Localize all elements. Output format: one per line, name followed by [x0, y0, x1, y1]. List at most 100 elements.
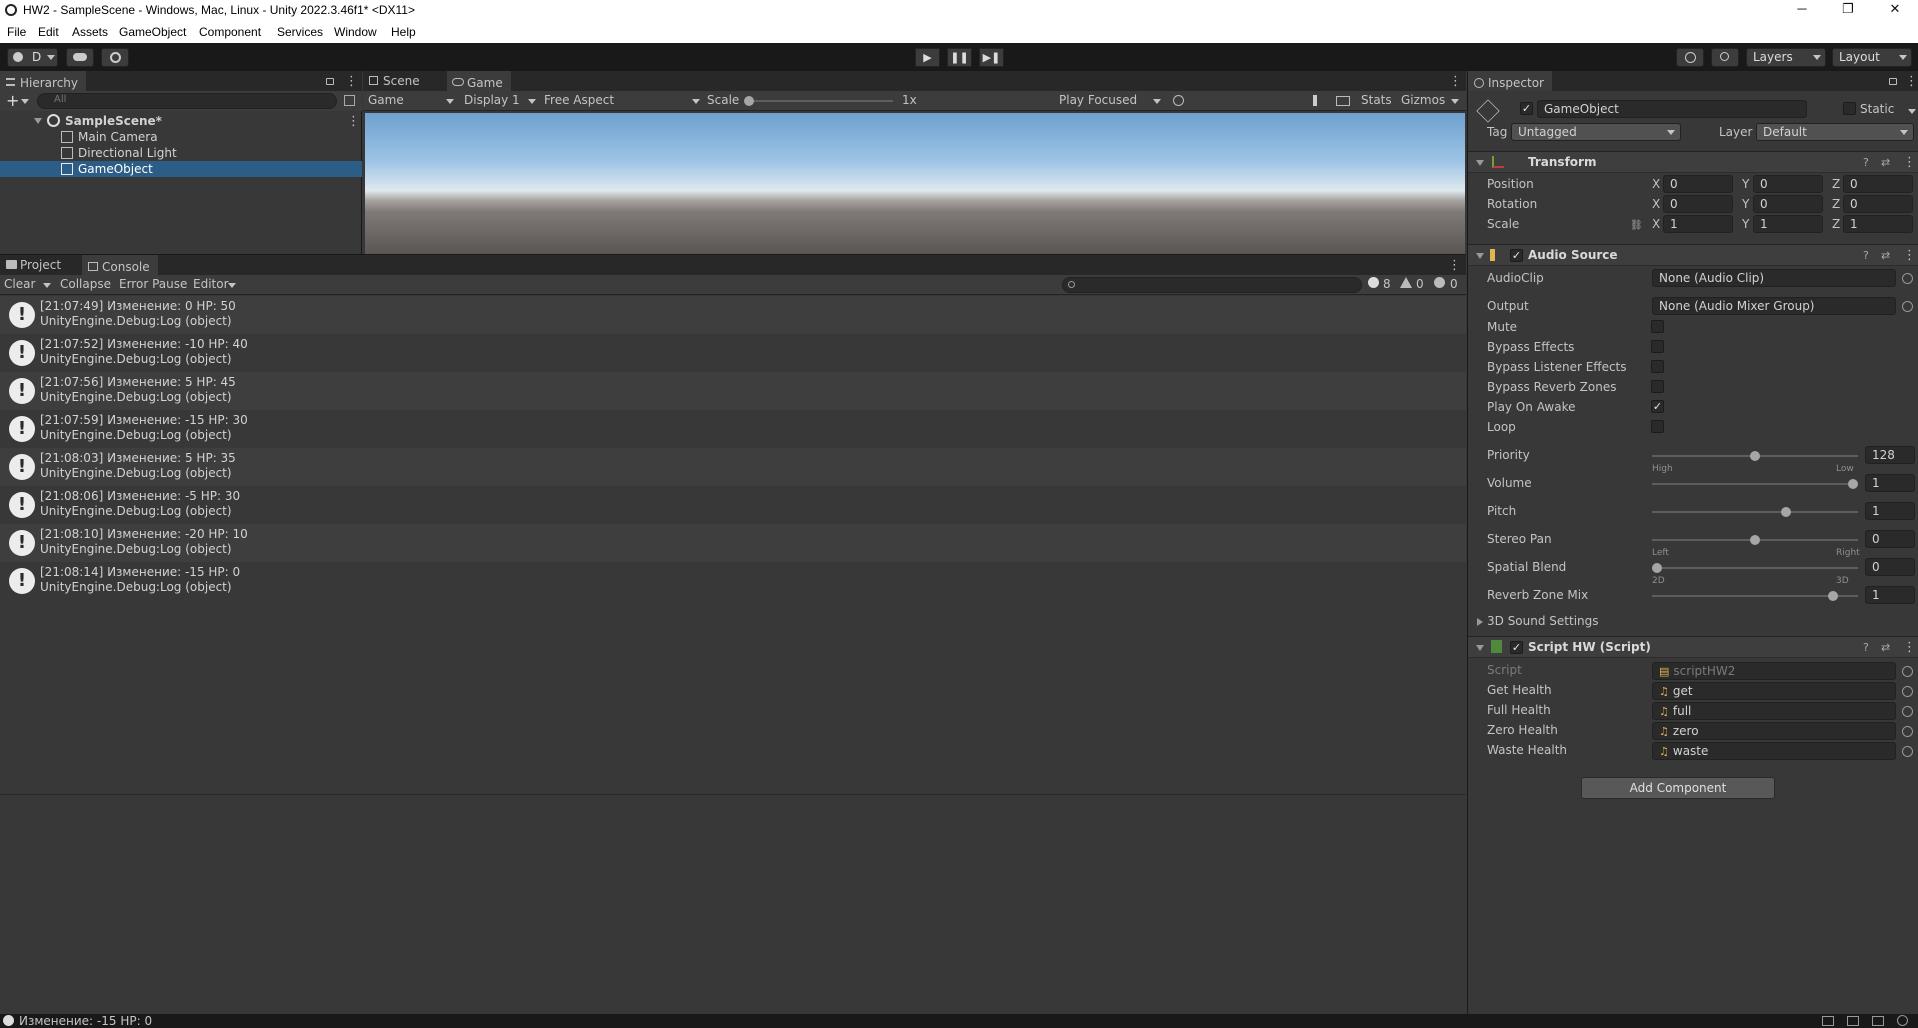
speaker-icon[interactable] [1313, 95, 1324, 106]
foldout-icon[interactable] [1476, 253, 1484, 259]
toggle-checkbox[interactable]: ✓ [1651, 400, 1664, 413]
foldout-icon[interactable] [1477, 618, 1483, 626]
slider-knob[interactable] [1750, 451, 1760, 461]
services-button[interactable] [101, 48, 129, 67]
transform-z-field[interactable]: 1 [1843, 215, 1913, 233]
pause-button[interactable]: ❚❚ [947, 48, 972, 67]
menu-window[interactable]: Window [334, 25, 377, 39]
transform-x-field[interactable]: 0 [1663, 195, 1733, 213]
console-log-row[interactable]: ! [21:08:03] Изменение: 5 HP: 35 UnityEngi… [0, 448, 1466, 486]
maximize-button[interactable]: ❐ [1833, 1, 1863, 20]
console-log-row[interactable]: ! [21:07:59] Изменение: -15 HP: 30 UnityEn… [0, 410, 1466, 448]
tab-hierarchy[interactable]: Hierarchy [0, 71, 87, 91]
scale-slider[interactable] [748, 100, 893, 102]
console-log-row[interactable]: ! [21:08:10] Изменение: -20 HP: 10 UnityEn… [0, 524, 1466, 562]
transform-y-field[interactable]: 0 [1753, 195, 1823, 213]
layers-dropdown[interactable]: Layers [1746, 48, 1826, 67]
error-pause-button[interactable]: Error Pause [119, 277, 187, 293]
object-picker-icon[interactable] [1902, 301, 1913, 312]
transform-x-field[interactable]: 0 [1663, 175, 1733, 193]
editor-dropdown[interactable]: Editor [193, 277, 229, 293]
slider-track[interactable] [1652, 483, 1858, 485]
settings-icon[interactable] [1897, 1015, 1908, 1026]
console-splitter[interactable] [0, 794, 1466, 795]
slider-knob[interactable] [1828, 591, 1838, 601]
slider-value-field[interactable]: 1 [1865, 586, 1915, 604]
aspect-dropdown[interactable]: Free Aspect [544, 93, 704, 109]
clear-options-chevron-icon[interactable] [43, 283, 51, 288]
transform-z-field[interactable]: 0 [1843, 175, 1913, 193]
keyboard-icon[interactable] [1336, 96, 1350, 106]
console-log-row[interactable]: ! [21:07:52] Изменение: -10 HP: 40 UnityEn… [0, 334, 1466, 372]
transform-x-field[interactable]: 1 [1663, 215, 1733, 233]
game-render-viewport[interactable] [365, 113, 1465, 254]
audioclip-reference-field[interactable]: ♫ waste [1652, 742, 1896, 760]
audioclip-reference-field[interactable]: ♫ zero [1652, 722, 1896, 740]
collapse-button[interactable]: Collapse [60, 277, 111, 293]
transform-y-field[interactable]: 0 [1753, 175, 1823, 193]
scene-filter-icon[interactable] [344, 95, 355, 106]
object-name-field[interactable]: GameObject [1537, 100, 1807, 118]
help-icon[interactable]: ? [1863, 156, 1869, 169]
transform-y-field[interactable]: 1 [1753, 215, 1823, 233]
cache-server-icon[interactable] [1847, 1016, 1859, 1026]
scene-row[interactable]: SampleScene* ⋮ [0, 113, 362, 129]
audio-source-header[interactable]: ✓ Audio Source ? ⇄ ⋮ [1468, 244, 1918, 266]
gizmos-dropdown[interactable]: Gizmos [1401, 93, 1461, 109]
game-mode-dropdown[interactable]: Game [368, 93, 456, 109]
preset-icon[interactable]: ⇄ [1881, 156, 1890, 169]
slider-knob[interactable] [1848, 479, 1858, 489]
history-button[interactable] [1676, 48, 1704, 67]
toggle-checkbox[interactable] [1651, 340, 1664, 353]
hierarchy-item[interactable]: Directional Light [0, 145, 362, 161]
script-enabled-toggle[interactable]: ✓ [1510, 641, 1523, 654]
search-button[interactable] [1711, 48, 1739, 67]
hierarchy-item[interactable]: Main Camera [0, 129, 362, 145]
toggle-checkbox[interactable] [1651, 360, 1664, 373]
slider-knob[interactable] [1781, 507, 1791, 517]
object-picker-icon[interactable] [1902, 686, 1913, 697]
audioclip-field[interactable]: None (Audio Clip) [1652, 269, 1896, 287]
tab-scene[interactable]: Scene [363, 71, 428, 91]
cloud-button[interactable] [66, 48, 94, 67]
bug-report-icon[interactable] [1822, 1016, 1834, 1026]
console-log-row[interactable]: ! [21:08:06] Изменение: -5 HP: 30 UnityEng… [0, 486, 1466, 524]
slider-track[interactable] [1652, 567, 1858, 569]
audio-enabled-toggle[interactable]: ✓ [1510, 249, 1523, 262]
tab-inspector[interactable]: Inspector [1468, 71, 1552, 91]
tab-project[interactable]: Project [0, 255, 69, 275]
console-log-row[interactable]: ! [21:08:14] Изменение: -15 HP: 0 UnityEng… [0, 562, 1466, 600]
console-log-row[interactable]: ! [21:07:56] Изменение: 5 HP: 45 UnityEngi… [0, 372, 1466, 410]
tab-console[interactable]: Console [82, 255, 158, 275]
static-toggle[interactable] [1843, 102, 1856, 115]
console-search-input[interactable] [1062, 277, 1362, 293]
scale-slider-knob[interactable] [744, 96, 754, 106]
object-picker-icon[interactable] [1902, 706, 1913, 717]
menu-assets[interactable]: Assets [72, 25, 108, 39]
account-dropdown[interactable]: D [7, 48, 58, 67]
layer-dropdown[interactable]: Default [1756, 123, 1914, 141]
preset-icon[interactable]: ⇄ [1881, 249, 1890, 262]
tab-game[interactable]: Game [447, 71, 511, 91]
hierarchy-search-input[interactable]: All [37, 93, 337, 109]
component-menu-icon[interactable]: ⋮ [1903, 641, 1916, 654]
scene-options-icon[interactable]: ⋮ [347, 115, 360, 128]
slider-value-field[interactable]: 1 [1865, 474, 1915, 492]
stats-button[interactable]: Stats [1361, 93, 1392, 109]
warning-count[interactable]: 0 [1416, 277, 1424, 293]
log-count[interactable]: 8 [1383, 277, 1391, 293]
more-options-icon[interactable]: ⋮ [1449, 75, 1462, 88]
menu-file[interactable]: File [7, 25, 26, 39]
hierarchy-item-selected[interactable]: GameObject [0, 161, 362, 177]
foldout-icon[interactable] [34, 118, 42, 124]
menu-component[interactable]: Component [199, 25, 261, 39]
bug-icon[interactable] [1173, 95, 1184, 106]
slider-knob[interactable] [1652, 563, 1662, 573]
object-picker-icon[interactable] [1902, 273, 1913, 284]
component-menu-icon[interactable]: ⋮ [1903, 249, 1916, 262]
progress-icon[interactable] [1872, 1016, 1884, 1026]
slider-value-field[interactable]: 1 [1865, 502, 1915, 520]
slider-value-field[interactable]: 128 [1865, 446, 1915, 464]
foldout-icon[interactable] [1476, 160, 1484, 166]
more-options-icon[interactable]: ⋮ [345, 75, 358, 88]
